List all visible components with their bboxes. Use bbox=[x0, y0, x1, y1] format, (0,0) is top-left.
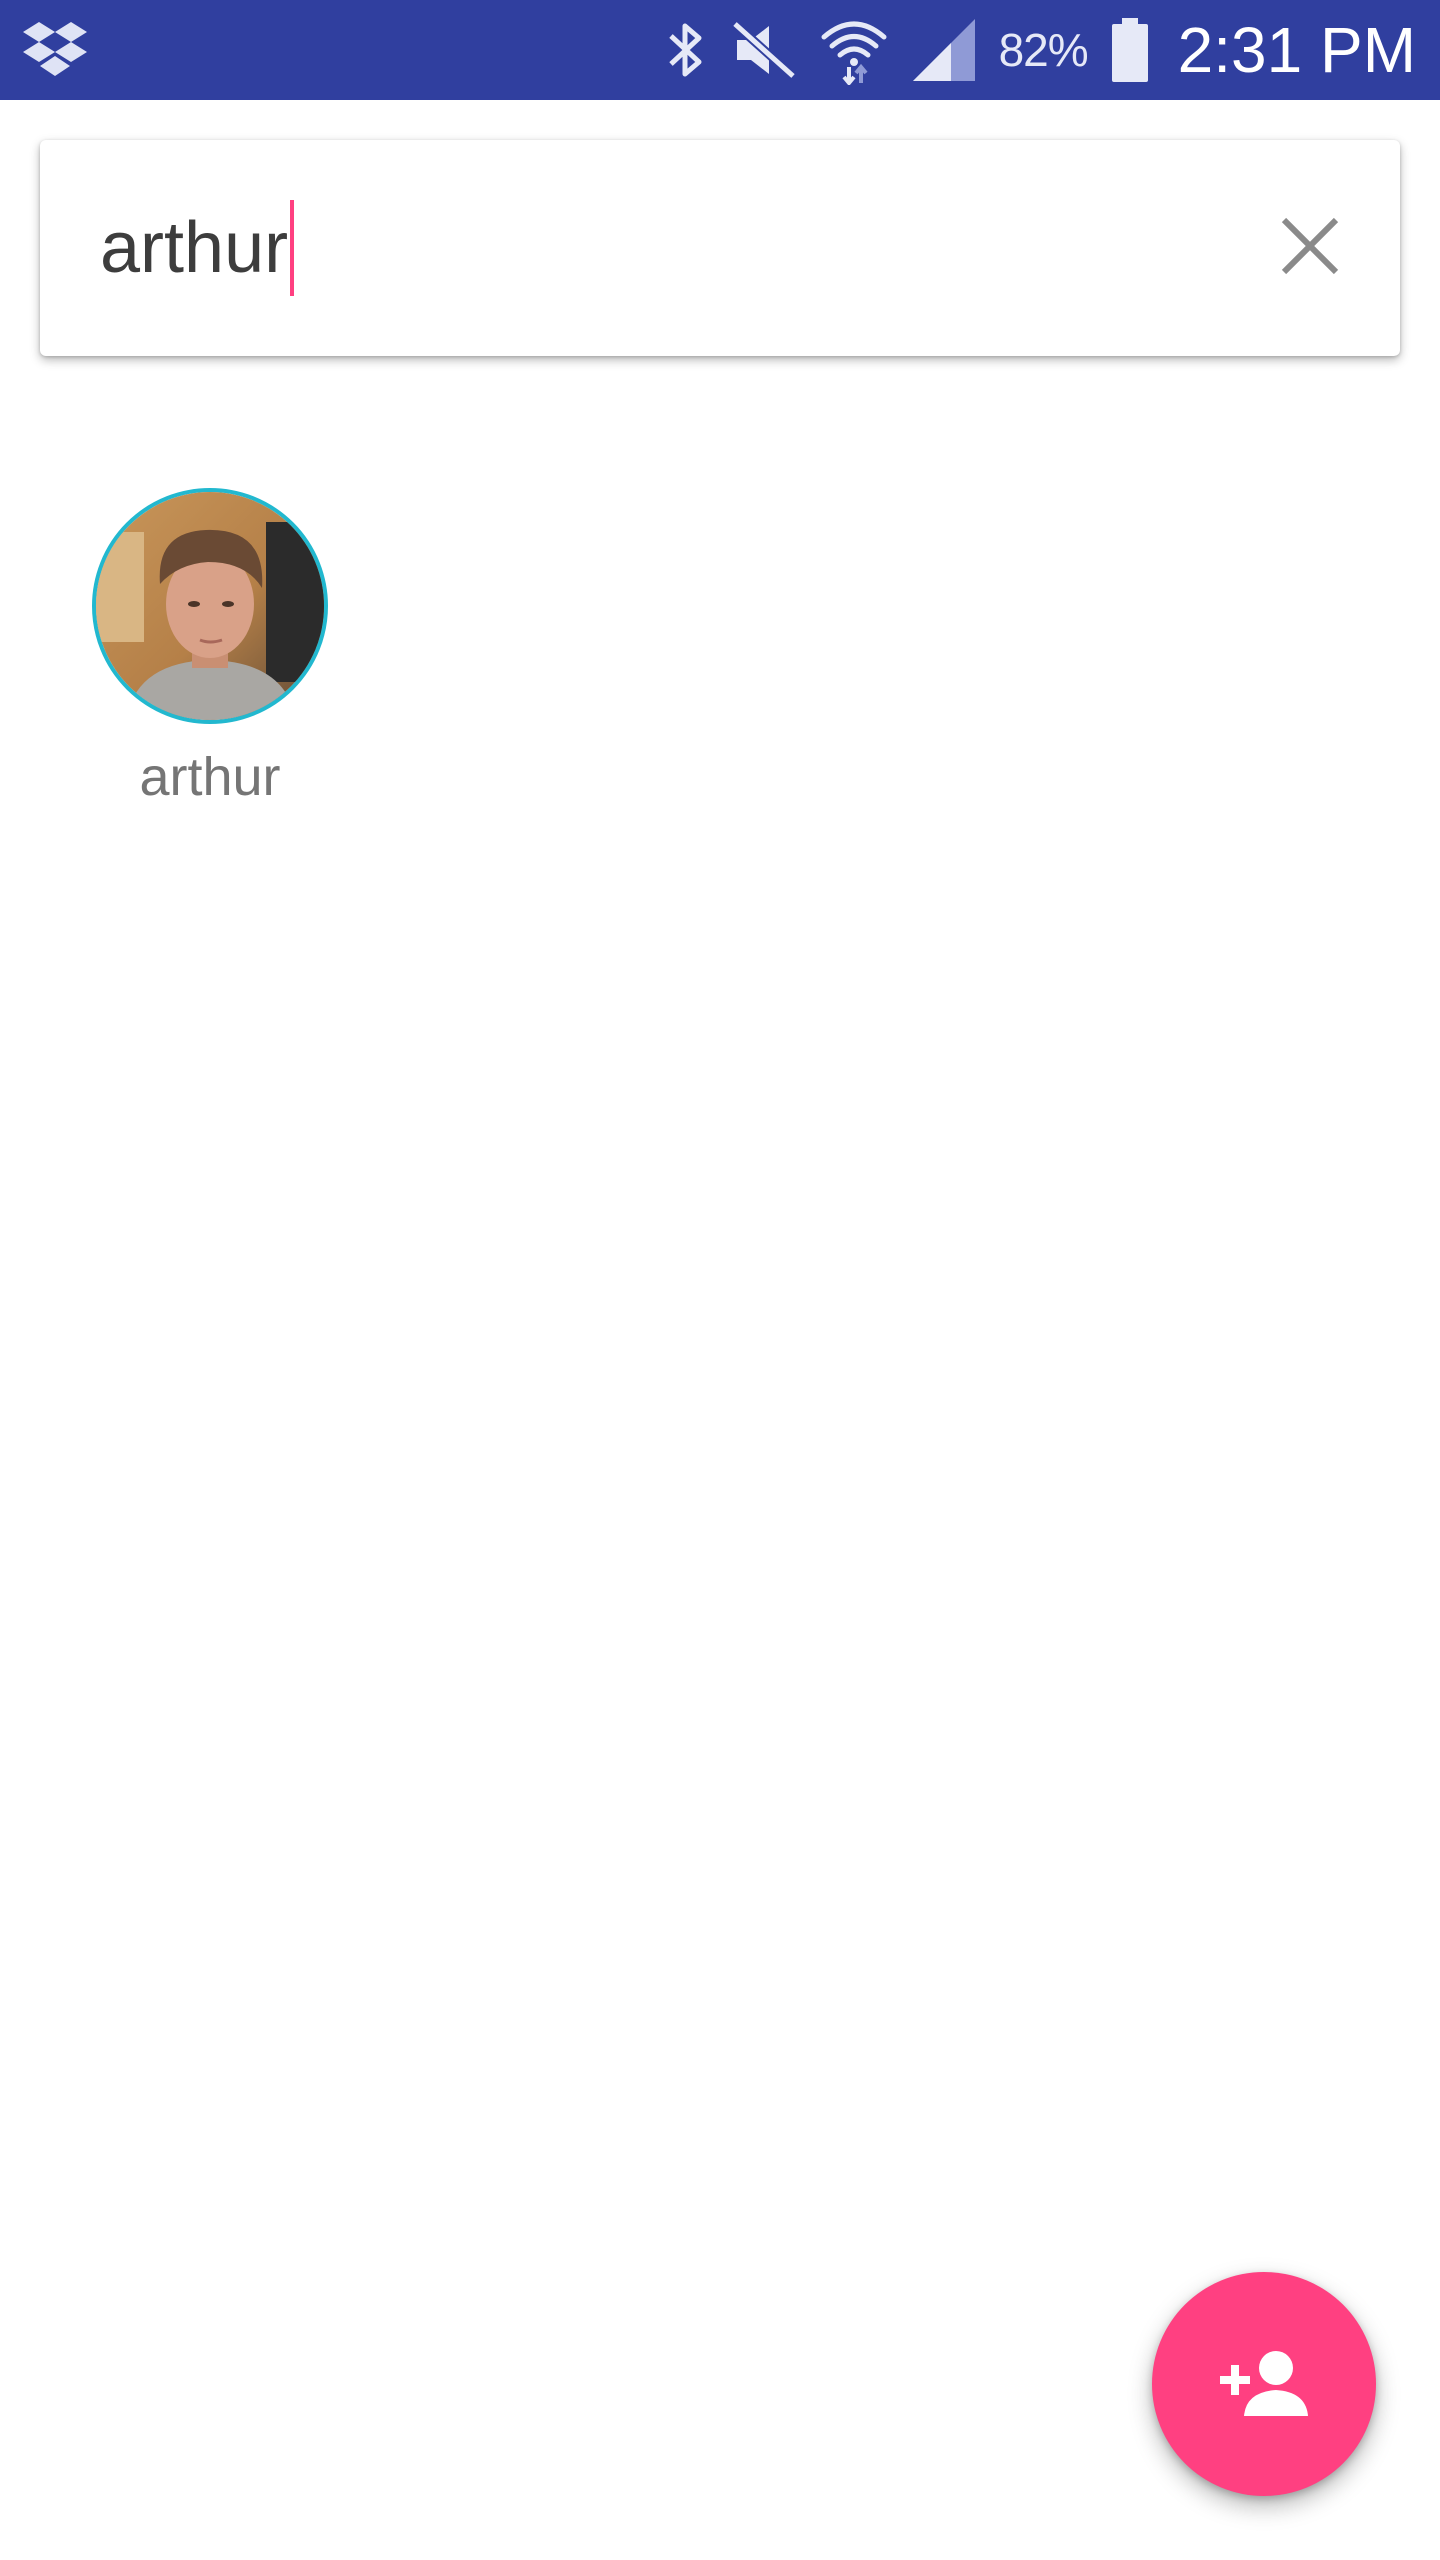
contact-result[interactable]: arthur bbox=[88, 488, 332, 808]
add-person-icon bbox=[1216, 2346, 1312, 2423]
status-icons: 82% 2:31 PM bbox=[665, 0, 1416, 100]
battery-percent: 82% bbox=[998, 24, 1089, 76]
avatar[interactable] bbox=[92, 488, 328, 724]
status-bar: 82% 2:31 PM bbox=[0, 0, 1440, 100]
text-cursor bbox=[290, 200, 295, 296]
mute-icon bbox=[731, 20, 797, 80]
close-icon bbox=[1280, 216, 1340, 281]
add-contact-button[interactable] bbox=[1152, 2272, 1376, 2496]
dropbox-icon bbox=[22, 18, 88, 82]
contact-name: arthur bbox=[139, 747, 281, 807]
search-input[interactable]: arthur bbox=[100, 212, 288, 284]
wifi-icon bbox=[819, 15, 889, 85]
battery-icon bbox=[1110, 18, 1150, 82]
search-bar[interactable]: arthur bbox=[40, 140, 1400, 356]
clock: 2:31 PM bbox=[1177, 14, 1416, 86]
bluetooth-icon bbox=[665, 18, 709, 82]
search-field[interactable]: arthur bbox=[100, 140, 295, 356]
signal-icon bbox=[911, 17, 977, 83]
clear-search-button[interactable] bbox=[1260, 198, 1360, 298]
